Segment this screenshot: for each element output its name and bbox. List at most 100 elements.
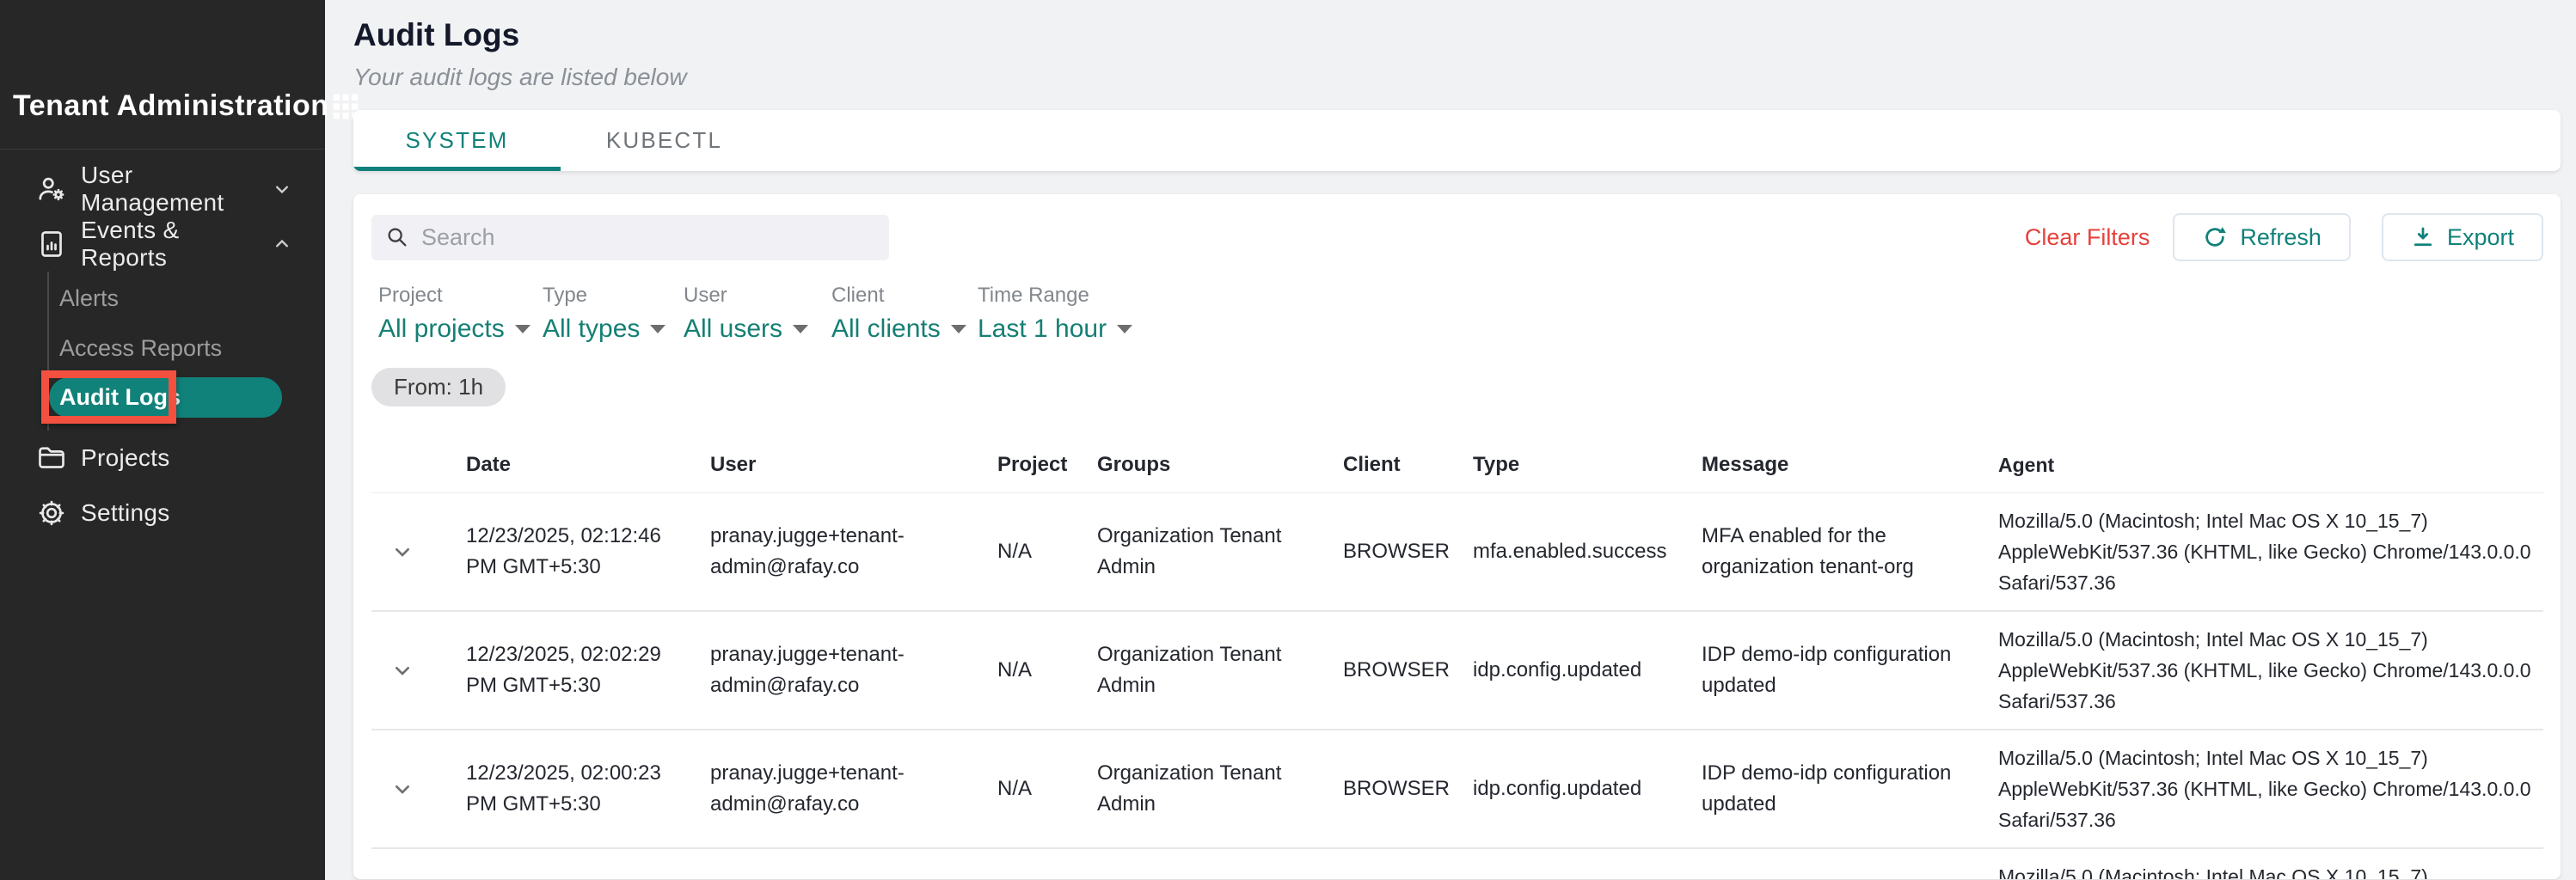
sidebar-item-label: Projects (81, 444, 294, 472)
cell-date: 12/23/2025, 02:12:46 PM GMT+5:30 (466, 509, 710, 595)
cell-project: N/A (997, 643, 1097, 698)
sidebar-item-user-management[interactable]: User Management (0, 162, 325, 217)
cell-message: IDP demo-idp configuration updated (1702, 627, 1998, 713)
refresh-button[interactable]: Refresh (2173, 213, 2351, 261)
filter-client: Client All clients (831, 284, 978, 344)
cell-agent: Mozilla/5.0 (Macintosh; Intel Mac OS X 1… (1998, 849, 2543, 879)
cell-project: N/A (997, 761, 1097, 816)
cell-agent: Mozilla/5.0 (Macintosh; Intel Mac OS X 1… (1998, 730, 2543, 847)
filter-row: Project All projects Type All types User… (371, 284, 2543, 344)
filter-value: All users (684, 315, 782, 344)
cell-type: mfa.enabled.success (1473, 524, 1702, 579)
sidebar-subitem-access-reports[interactable]: Access Reports (49, 323, 325, 373)
cell-groups: Organization Tenant Admin (1097, 746, 1343, 832)
filter-label: Time Range (978, 284, 1132, 308)
download-icon (2411, 225, 2435, 249)
tab-kubectl[interactable]: KUBECTL (561, 110, 768, 171)
cell-groups: Organization Tenant Admin (1097, 509, 1343, 595)
cell-agent: Mozilla/5.0 (Macintosh; Intel Mac OS X 1… (1998, 612, 2543, 729)
filter-project: Project All projects (378, 284, 543, 344)
cell-client: BROWSER (1343, 643, 1473, 698)
column-header-groups: Groups (1097, 437, 1343, 492)
sidebar-nav: User Management Events & Reports Alerts … (0, 162, 325, 541)
filter-type-dropdown[interactable]: All types (543, 315, 684, 344)
cell-user: pranay.jugge+tenant-admin@rafay.co (710, 627, 997, 713)
filter-label: Client (831, 284, 978, 308)
app-title: Tenant Administration (13, 89, 329, 123)
column-header-message: Message (1702, 437, 1998, 492)
filter-project-dropdown[interactable]: All projects (378, 315, 543, 344)
cell-groups: Organization Tenant Admin (1097, 865, 1343, 879)
toolbar: Clear Filters Refresh Export (371, 213, 2543, 261)
sidebar-item-label: User Management (81, 162, 270, 217)
cell-message: MFA enabled for the organization tenant-… (1702, 509, 1998, 595)
table-row: 12/23/2025, 01:58:23 PM GMT+5:30 pranay.… (371, 849, 2543, 879)
cell-client: BROWSER (1343, 524, 1473, 579)
filter-time-range-dropdown[interactable]: Last 1 hour (978, 315, 1132, 344)
gear-icon (36, 498, 67, 529)
filter-label: User (684, 284, 831, 308)
cell-date: 12/23/2025, 02:00:23 PM GMT+5:30 (466, 746, 710, 832)
row-expand-chevron[interactable] (371, 657, 466, 684)
clear-filters-link[interactable]: Clear Filters (2025, 224, 2150, 251)
row-expand-chevron[interactable] (371, 538, 466, 565)
column-header-agent: Agent (1998, 437, 2543, 492)
dropdown-arrow-icon (951, 325, 966, 333)
refresh-button-label: Refresh (2240, 224, 2321, 251)
time-filter-chip: From: 1h (371, 368, 506, 406)
dropdown-arrow-icon (793, 325, 808, 333)
column-header-type: Type (1473, 437, 1702, 492)
search-box[interactable] (371, 215, 889, 260)
export-button-label: Export (2447, 224, 2514, 251)
sidebar-item-projects[interactable]: Projects (0, 431, 325, 486)
column-header-project: Project (997, 437, 1097, 492)
cell-user: pranay.jugge+tenant-admin@rafay.co (710, 509, 997, 595)
filter-type: Type All types (543, 284, 684, 344)
tab-system[interactable]: SYSTEM (353, 110, 561, 171)
export-button[interactable]: Export (2382, 213, 2543, 261)
filter-time-range: Time Range Last 1 hour (978, 284, 1132, 344)
sidebar: Tenant Administration User (0, 0, 325, 880)
page-subtitle: Your audit logs are listed below (353, 64, 2561, 91)
cell-type: idp.config.updated (1473, 761, 1702, 816)
cell-user: pranay.jugge+tenant-admin@rafay.co (710, 746, 997, 832)
dropdown-arrow-icon (1117, 325, 1132, 333)
chevron-up-icon (270, 232, 294, 256)
table-header-row: Date User Project Groups Client Type Mes… (371, 437, 2543, 493)
sidebar-subitem-alerts[interactable]: Alerts (49, 273, 325, 323)
events-reports-submenu: Alerts Access Reports Audit Logs (47, 272, 325, 431)
filter-value: All clients (831, 315, 941, 344)
audit-logs-table: Date User Project Groups Client Type Mes… (371, 437, 2543, 879)
filter-value: All types (543, 315, 640, 344)
sidebar-item-label: Events & Reports (81, 217, 270, 272)
filter-client-dropdown[interactable]: All clients (831, 315, 978, 344)
filter-label: Type (543, 284, 684, 308)
page-title: Audit Logs (353, 17, 2561, 53)
cell-type: idp.config.updated (1473, 643, 1702, 698)
dropdown-arrow-icon (515, 325, 531, 333)
column-header-user: User (710, 437, 997, 492)
cell-client: BROWSER (1343, 761, 1473, 816)
search-input[interactable] (421, 224, 875, 251)
filter-user-dropdown[interactable]: All users (684, 315, 831, 344)
sidebar-item-label: Settings (81, 499, 294, 527)
active-tab-indicator (353, 167, 561, 171)
cell-project: N/A (997, 524, 1097, 579)
sidebar-subitem-audit-logs[interactable]: Audit Logs (49, 377, 282, 418)
sidebar-item-settings[interactable]: Settings (0, 486, 325, 541)
manage-accounts-icon (36, 174, 67, 205)
row-expand-chevron[interactable] (371, 775, 466, 803)
cell-message: IDP demo-idp configuration updated (1702, 746, 1998, 832)
table-row: 12/23/2025, 02:00:23 PM GMT+5:30 pranay.… (371, 730, 2543, 849)
column-header-client: Client (1343, 437, 1473, 492)
active-filter-chips: From: 1h (371, 368, 2543, 406)
dropdown-arrow-icon (650, 325, 665, 333)
sidebar-item-events-reports[interactable]: Events & Reports (0, 217, 325, 272)
sidebar-subitem-label: Audit Logs (59, 384, 181, 411)
search-icon (385, 225, 409, 249)
cell-user: pranay.jugge+tenant-admin@rafay.co (710, 865, 997, 879)
cell-groups: Organization Tenant Admin (1097, 627, 1343, 713)
refresh-icon (2202, 224, 2228, 250)
filter-value: All projects (378, 315, 505, 344)
column-header-date: Date (466, 437, 710, 492)
